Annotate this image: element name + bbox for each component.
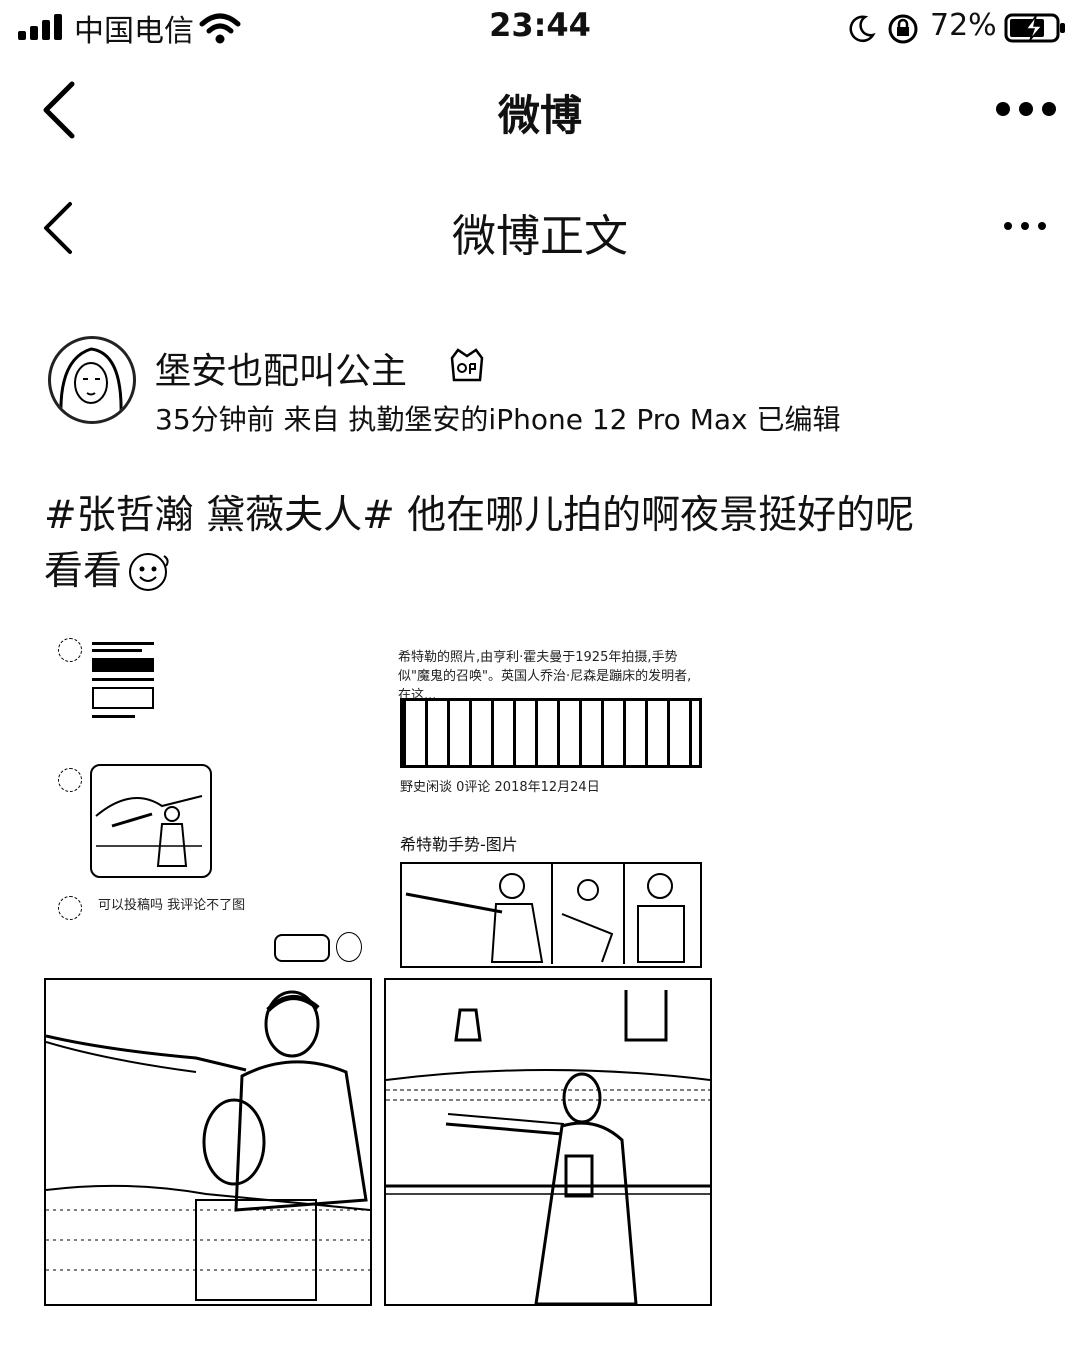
page-title: 微博正文 xyxy=(452,211,628,262)
battery-percent: 72% xyxy=(930,8,997,43)
chat-bubble xyxy=(274,934,330,962)
more-options-icon[interactable] xyxy=(1004,222,1046,230)
moon-icon xyxy=(849,15,876,42)
post-text: #张哲瀚 黛薇夫人# 他在哪儿拍的啊夜景挺好的呢 看看 xyxy=(44,488,1044,600)
avatar xyxy=(58,638,82,662)
article-caption: 希特勒的照片,由亨利·霍夫曼于1925年拍摄,手势似"魔鬼的召唤"。英国人乔治·… xyxy=(398,650,692,703)
orientation-lock-icon xyxy=(888,14,918,44)
post-text-line: #张哲瀚 黛薇夫人# 他在哪儿拍的啊夜景挺好的呢 xyxy=(44,493,915,538)
post-image-article[interactable]: 希特勒的照片,由亨利·霍夫曼于1925年拍摄,手势似"魔鬼的召唤"。英国人乔治·… xyxy=(390,628,710,968)
nav-title: 微博 xyxy=(497,91,582,140)
article-source: 野史闲谈 0评论 2018年12月24日 xyxy=(400,780,600,795)
avatar xyxy=(58,896,82,920)
chat-message: 可以投稿吗 我评论不了图 xyxy=(98,898,246,913)
avatar[interactable] xyxy=(48,336,136,424)
post-text-line: 看看 xyxy=(44,549,123,594)
avatar xyxy=(58,768,82,792)
battery-charging-icon xyxy=(1004,13,1065,43)
post-meta: 35分钟前 来自 执勤堡安的iPhone 12 Pro Max 已编辑 xyxy=(155,403,841,436)
status-bar: 中国电信 23:44 72% xyxy=(0,0,1080,56)
chat-photo-thumb xyxy=(90,764,212,878)
chat-image-thumb xyxy=(92,638,154,746)
post-image-photo[interactable] xyxy=(384,978,712,1306)
avatar xyxy=(336,932,362,962)
smile-emoji-icon xyxy=(129,553,169,591)
vip-badge-icon xyxy=(450,348,484,382)
more-options-icon[interactable] xyxy=(996,102,1056,116)
post-image-chat[interactable]: 可以投稿吗 我评论不了图 xyxy=(44,628,374,968)
article-photo-strip xyxy=(400,698,702,768)
article-section-title: 希特勒手势-图片 xyxy=(400,835,518,854)
article-photo-row xyxy=(400,862,702,968)
post-image-photo[interactable] xyxy=(44,978,372,1306)
username[interactable]: 堡安也配叫公主 xyxy=(155,342,407,394)
